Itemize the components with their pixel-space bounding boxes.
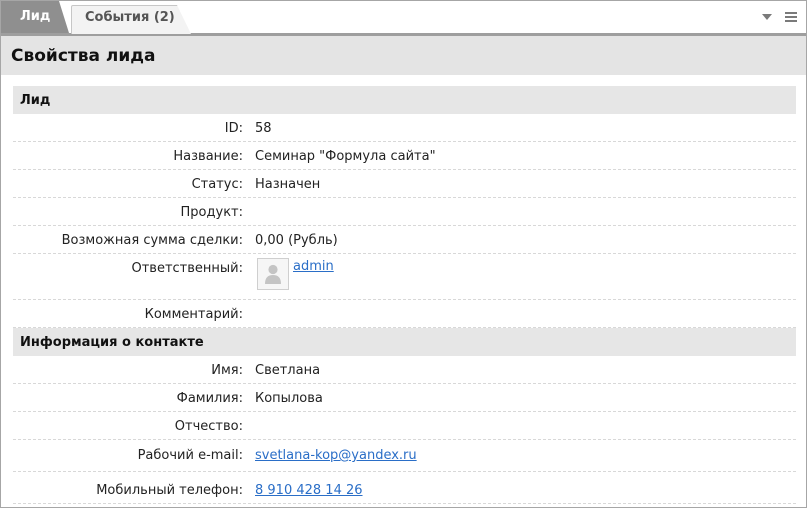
work-email-link[interactable]: svetlana-kop@yandex.ru — [255, 448, 417, 463]
tab-events[interactable]: События (2) — [71, 5, 191, 34]
tab-tools — [760, 10, 798, 24]
page-title: Свойства лида — [11, 46, 156, 66]
row-first-name: Имя: Светлана — [13, 356, 796, 384]
row-label: Возможная сумма сделки: — [61, 233, 243, 248]
row-label: Рабочий e-mail: — [137, 448, 243, 463]
row-id: ID: 58 — [13, 114, 796, 142]
tab-events-label: События (2) — [85, 10, 175, 25]
row-value — [255, 300, 796, 307]
properties-content: Лид ID: 58 Название: Семинар "Формула са… — [13, 86, 796, 504]
row-responsible: Ответственный: admin — [13, 254, 796, 300]
section-header-lead: Лид — [13, 86, 796, 114]
row-label: Статус: — [191, 177, 243, 192]
responsible-user-link[interactable]: admin — [293, 259, 334, 274]
row-comment: Комментарий: — [13, 300, 796, 328]
chevron-down-icon[interactable] — [760, 10, 774, 24]
tab-bar: Лид События (2) — [1, 1, 806, 36]
row-label: Комментарий: — [144, 307, 243, 322]
row-value: 0,00 (Рубль) — [255, 233, 338, 248]
row-value — [255, 198, 796, 205]
row-label: Название: — [173, 149, 243, 164]
row-work-email: Рабочий e-mail: svetlana-kop@yandex.ru — [13, 440, 796, 472]
row-label: Ответственный: — [131, 261, 243, 276]
row-label: Продукт: — [180, 205, 243, 220]
row-label: ID: — [224, 121, 243, 136]
row-label: Отчество: — [174, 419, 243, 434]
row-value: Светлана — [255, 363, 321, 378]
row-value — [255, 412, 796, 419]
row-value: 58 — [255, 121, 272, 136]
row-value: admin — [255, 254, 796, 290]
row-amount: Возможная сумма сделки: 0,00 (Рубль) — [13, 226, 796, 254]
row-label: Фамилия: — [176, 391, 243, 406]
row-value: svetlana-kop@yandex.ru — [255, 440, 796, 463]
row-label: Имя: — [211, 363, 243, 378]
tab-lead[interactable]: Лид — [1, 1, 69, 33]
tab-lead-label: Лид — [20, 9, 51, 24]
row-name: Название: Семинар "Формула сайта" — [13, 142, 796, 170]
row-value: Копылова — [255, 391, 323, 406]
row-status: Статус: Назначен — [13, 170, 796, 198]
row-patronymic: Отчество: — [13, 412, 796, 440]
row-last-name: Фамилия: Копылова — [13, 384, 796, 412]
avatar[interactable] — [257, 258, 289, 290]
lead-panel: Лид События (2) Свойства лида Лид ID: 58 — [0, 0, 807, 508]
row-mobile-phone: Мобильный телефон: 8 910 428 14 26 — [13, 472, 796, 504]
row-product: Продукт: — [13, 198, 796, 226]
hamburger-icon[interactable] — [784, 10, 798, 24]
title-bar: Свойства лида — [1, 36, 806, 75]
mobile-phone-link[interactable]: 8 910 428 14 26 — [255, 483, 363, 498]
row-label: Мобильный телефон: — [96, 483, 243, 498]
row-value: Семинар "Формула сайта" — [255, 149, 436, 164]
user-icon — [265, 264, 281, 284]
row-value: 8 910 428 14 26 — [255, 472, 796, 498]
section-header-contact: Информация о контакте — [13, 328, 796, 356]
row-value: Назначен — [255, 177, 321, 192]
